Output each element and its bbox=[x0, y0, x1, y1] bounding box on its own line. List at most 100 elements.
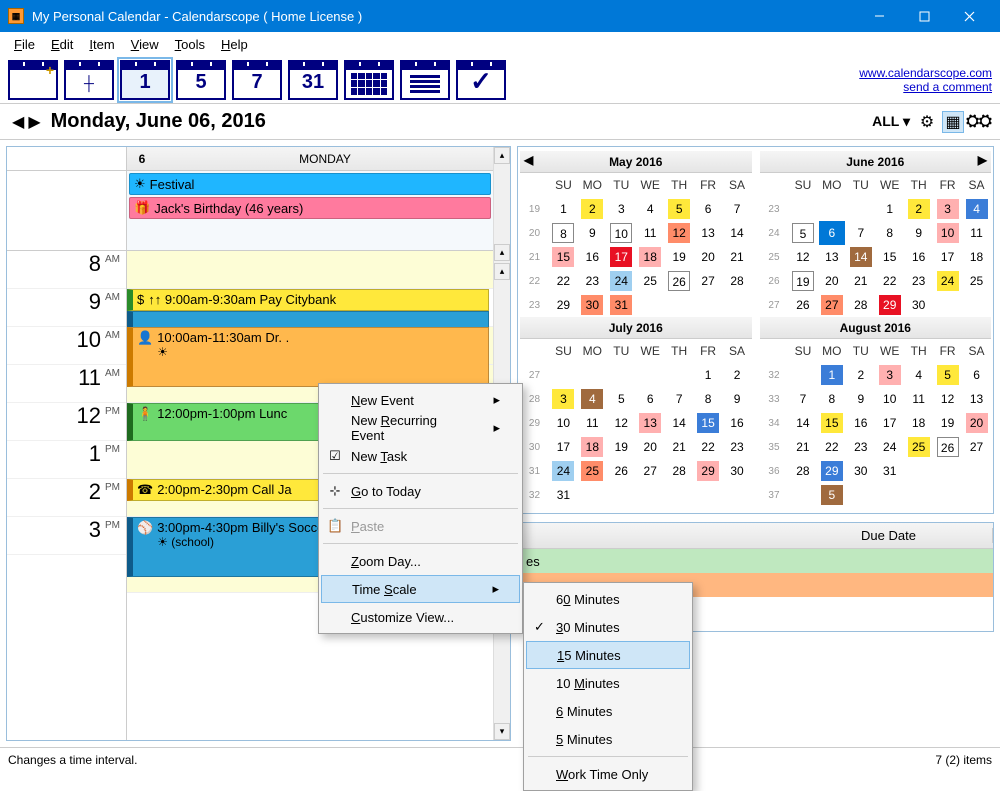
menu-help[interactable]: Help bbox=[213, 35, 256, 54]
calendar-day[interactable]: 16 bbox=[723, 411, 752, 435]
day-split-button[interactable]: ┼ bbox=[64, 60, 114, 100]
year-view-button[interactable] bbox=[344, 60, 394, 100]
calendar-day[interactable]: 31 bbox=[549, 483, 578, 507]
prev-day-button[interactable]: ◀ bbox=[10, 112, 26, 132]
calendar-day[interactable]: 1 bbox=[817, 363, 846, 387]
calendar-day[interactable]: 13 bbox=[962, 387, 991, 411]
calendar-day[interactable]: 9 bbox=[578, 221, 607, 245]
calendar-day[interactable]: 19 bbox=[607, 435, 636, 459]
calendar-day[interactable]: 10 bbox=[549, 411, 578, 435]
menu-edit[interactable]: Edit bbox=[43, 35, 81, 54]
calendar-day[interactable]: 12 bbox=[665, 221, 694, 245]
menu-10min[interactable]: 10 Minutes bbox=[526, 669, 690, 697]
calendar-day[interactable]: 4 bbox=[904, 363, 933, 387]
calendar-day[interactable]: 13 bbox=[817, 245, 846, 269]
calendar-day[interactable]: 5 bbox=[817, 483, 846, 507]
allday-event[interactable]: ☀Festival bbox=[129, 173, 491, 195]
menu-customize-view[interactable]: Customize View... bbox=[321, 603, 520, 631]
calendar-day[interactable]: 5 bbox=[788, 221, 817, 245]
calendar-day[interactable]: 6 bbox=[694, 197, 723, 221]
scroll-up-hours-button[interactable]: ▴ bbox=[494, 263, 510, 280]
calendar-day[interactable]: 13 bbox=[694, 221, 723, 245]
calendar-day[interactable]: 9 bbox=[904, 221, 933, 245]
calendar-day[interactable]: 3 bbox=[607, 197, 636, 221]
calendar-day[interactable]: 10 bbox=[607, 221, 636, 245]
calendar-day[interactable]: 22 bbox=[694, 435, 723, 459]
calendar-day[interactable]: 8 bbox=[549, 221, 578, 245]
website-link[interactable]: www.calendarscope.com bbox=[859, 66, 992, 80]
calendar-day[interactable]: 14 bbox=[723, 221, 752, 245]
calendar-day[interactable]: 11 bbox=[962, 221, 991, 245]
task-row[interactable]: es bbox=[518, 549, 993, 573]
calendar-day[interactable]: 1 bbox=[694, 363, 723, 387]
calendar-day[interactable]: 22 bbox=[549, 269, 578, 293]
menu-60min[interactable]: 60 Minutes bbox=[526, 585, 690, 613]
calendar-day[interactable]: 7 bbox=[723, 197, 752, 221]
task-duedate-header[interactable]: Due Date bbox=[853, 528, 993, 543]
new-event-button[interactable] bbox=[8, 60, 58, 100]
menu-new-recurring[interactable]: New Recurring Event▸ bbox=[321, 414, 520, 442]
menu-file[interactable]: File bbox=[6, 35, 43, 54]
calendar-day[interactable]: 17 bbox=[933, 245, 962, 269]
calendar-day[interactable]: 29 bbox=[694, 459, 723, 483]
calendar-day[interactable]: 14 bbox=[846, 245, 875, 269]
allday-area[interactable]: ☀Festival🎁Jack's Birthday (46 years) bbox=[127, 171, 493, 251]
list-view-button[interactable] bbox=[400, 60, 450, 100]
calendar-day[interactable]: 21 bbox=[723, 245, 752, 269]
calendar-day[interactable]: 9 bbox=[846, 387, 875, 411]
minimize-button[interactable] bbox=[857, 0, 902, 32]
day-column-header[interactable]: 6 MONDAY bbox=[127, 147, 493, 171]
calendar-day[interactable]: 21 bbox=[665, 435, 694, 459]
minical-title[interactable]: July 2016 bbox=[520, 317, 752, 339]
calendar-day[interactable]: 3 bbox=[933, 197, 962, 221]
menu-item[interactable]: Item bbox=[81, 35, 122, 54]
calendar-day[interactable]: 27 bbox=[962, 435, 991, 459]
calendar-day[interactable]: 1 bbox=[875, 197, 904, 221]
calendar-day[interactable]: 3 bbox=[549, 387, 578, 411]
week-view-button[interactable]: 7 bbox=[232, 60, 282, 100]
cal-prev-button[interactable]: ◀ bbox=[524, 153, 533, 167]
minicalendar-toggle-icon[interactable]: ▦ bbox=[942, 111, 964, 133]
calendar-day[interactable]: 6 bbox=[817, 221, 846, 245]
menu-time-scale[interactable]: Time Scale▸ bbox=[321, 575, 520, 603]
calendar-day[interactable]: 27 bbox=[817, 293, 846, 317]
calendar-day[interactable]: 26 bbox=[933, 435, 962, 459]
comment-link[interactable]: send a comment bbox=[859, 80, 992, 94]
maximize-button[interactable] bbox=[902, 0, 947, 32]
calendar-day[interactable]: 10 bbox=[933, 221, 962, 245]
calendar-day[interactable]: 4 bbox=[962, 197, 991, 221]
calendar-day[interactable]: 12 bbox=[933, 387, 962, 411]
calendar-day[interactable]: 19 bbox=[665, 245, 694, 269]
calendar-day[interactable]: 20 bbox=[694, 245, 723, 269]
menu-6min[interactable]: 6 Minutes bbox=[526, 697, 690, 725]
calendar-day[interactable]: 30 bbox=[578, 293, 607, 317]
calendar-day[interactable]: 2 bbox=[846, 363, 875, 387]
calendar-day[interactable]: 17 bbox=[875, 411, 904, 435]
calendar-day[interactable]: 12 bbox=[788, 245, 817, 269]
calendar-day[interactable]: 18 bbox=[636, 245, 665, 269]
close-button[interactable] bbox=[947, 0, 992, 32]
minical-title[interactable]: ◀May 2016 bbox=[520, 151, 752, 173]
calendar-day[interactable]: 18 bbox=[578, 435, 607, 459]
calendar-day[interactable]: 13 bbox=[636, 411, 665, 435]
calendar-day[interactable]: 23 bbox=[846, 435, 875, 459]
month-view-button[interactable]: 31 bbox=[288, 60, 338, 100]
scroll-up-button[interactable]: ▴ bbox=[494, 147, 510, 164]
menu-work-time[interactable]: Work Time Only bbox=[526, 760, 690, 788]
calendar-day[interactable]: 27 bbox=[694, 269, 723, 293]
calendar-day[interactable]: 3 bbox=[875, 363, 904, 387]
calendar-day[interactable]: 28 bbox=[665, 459, 694, 483]
menu-view[interactable]: View bbox=[123, 35, 167, 54]
calendar-day[interactable]: 14 bbox=[665, 411, 694, 435]
calendar-day[interactable]: 15 bbox=[694, 411, 723, 435]
menu-tools[interactable]: Tools bbox=[167, 35, 213, 54]
menu-5min[interactable]: 5 Minutes bbox=[526, 725, 690, 753]
calendar-day[interactable]: 24 bbox=[875, 435, 904, 459]
calendar-day[interactable]: 8 bbox=[875, 221, 904, 245]
calendar-day[interactable]: 28 bbox=[788, 459, 817, 483]
calendar-day[interactable]: 18 bbox=[962, 245, 991, 269]
calendar-day[interactable]: 4 bbox=[636, 197, 665, 221]
calendar-day[interactable]: 30 bbox=[904, 293, 933, 317]
calendar-day[interactable]: 22 bbox=[817, 435, 846, 459]
calendar-day[interactable]: 25 bbox=[578, 459, 607, 483]
